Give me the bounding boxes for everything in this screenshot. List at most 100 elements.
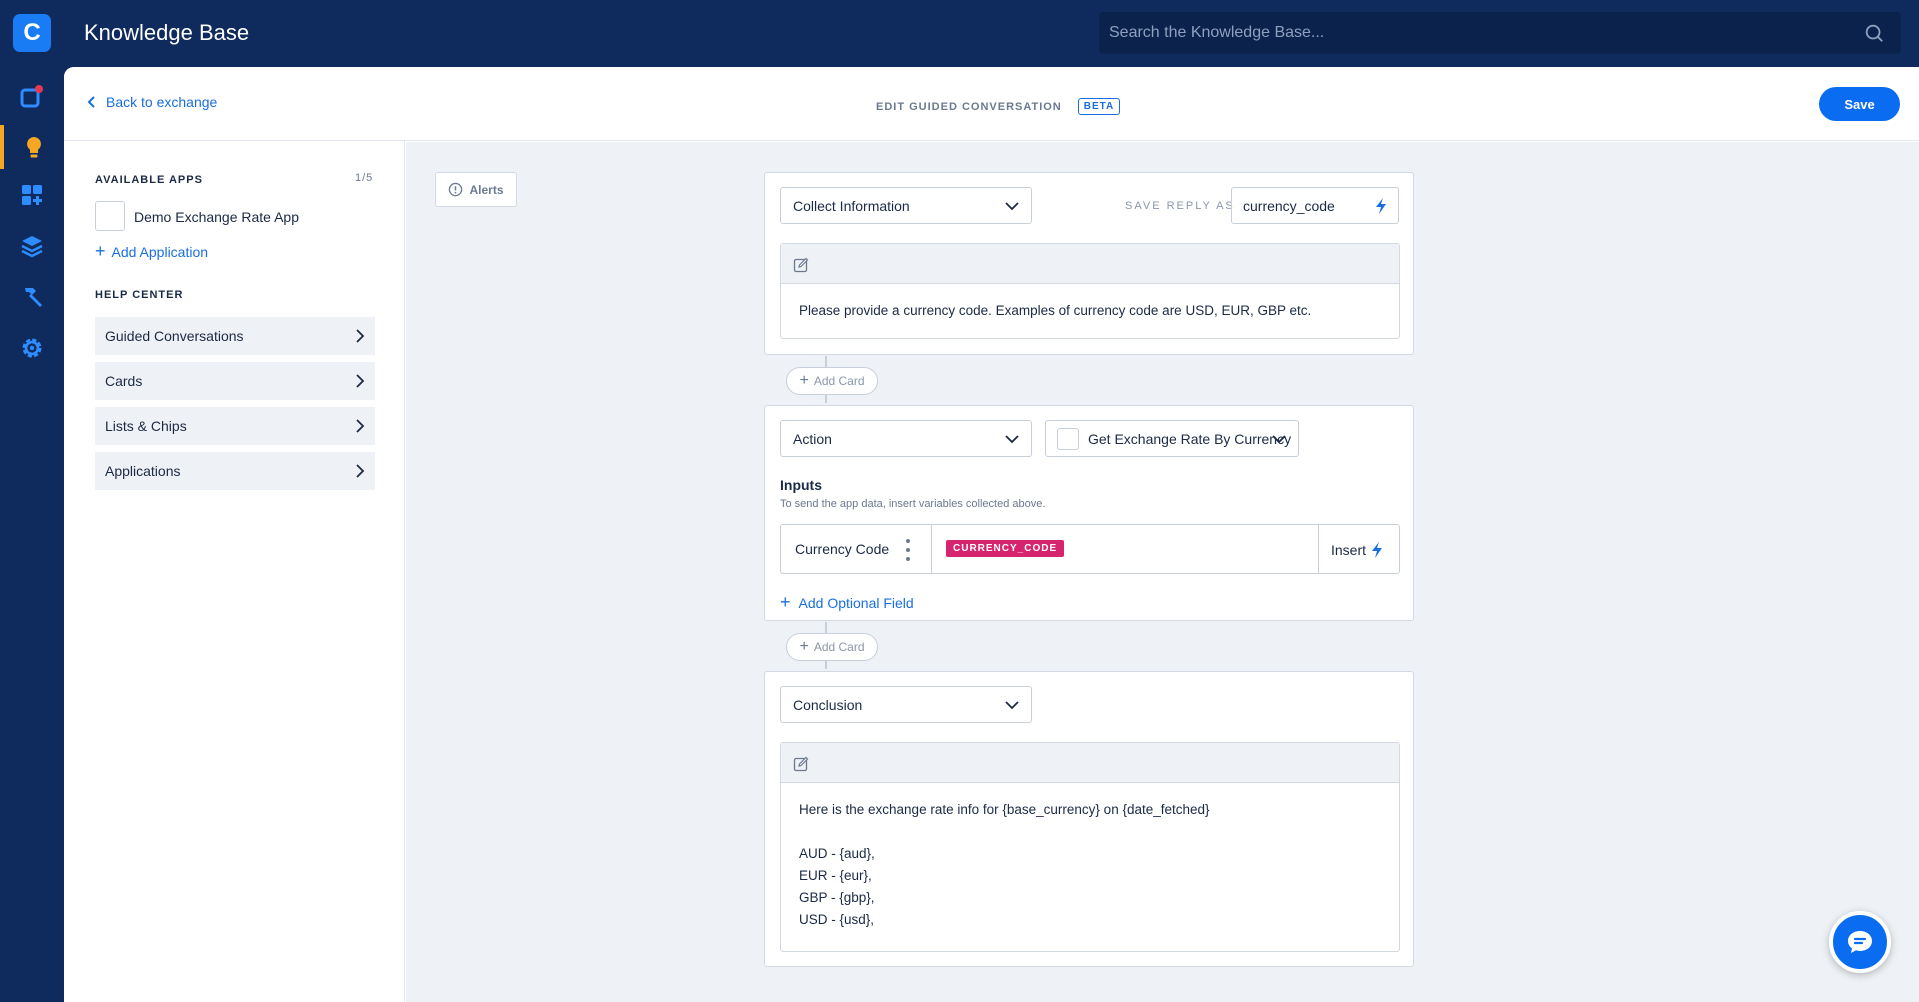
- alert-icon: [449, 182, 463, 197]
- back-link-label: Back to exchange: [106, 94, 218, 110]
- conclusion-card: Conclusion Here is the exchange rate inf…: [764, 671, 1414, 967]
- search-icon[interactable]: [1863, 22, 1885, 44]
- main-panel: Back to exchange EDIT GUIDED CONVERSATIO…: [64, 67, 1919, 1002]
- add-application-link[interactable]: + Add Application: [95, 241, 208, 262]
- alerts-button[interactable]: Alerts: [435, 172, 517, 207]
- add-card-button[interactable]: + Add Card: [786, 367, 878, 395]
- back-link[interactable]: Back to exchange: [86, 94, 217, 110]
- lightning-icon: [1372, 542, 1383, 558]
- chevron-down-icon: [1005, 435, 1019, 444]
- variable-chip[interactable]: CURRENCY_CODE: [946, 540, 1065, 557]
- editor-toolbar: [781, 244, 1399, 284]
- chevron-right-icon: [356, 464, 365, 478]
- editor-toolbar: [781, 743, 1399, 783]
- app-checkbox[interactable]: [95, 201, 125, 231]
- apps-icon: [20, 85, 43, 108]
- edit-icon[interactable]: [793, 257, 809, 273]
- card-type-value: Action: [793, 430, 832, 447]
- top-bar: C Knowledge Base: [0, 0, 1919, 67]
- chevron-right-icon: [356, 419, 365, 433]
- card-type-select[interactable]: Collect Information: [780, 187, 1032, 224]
- input-label: Currency Code: [795, 541, 890, 557]
- chevron-down-icon: [1005, 202, 1019, 211]
- save-reply-input[interactable]: currency_code: [1231, 187, 1399, 224]
- plus-icon: +: [799, 638, 809, 655]
- message-editor[interactable]: Here is the exchange rate info for {base…: [780, 742, 1400, 952]
- available-apps-count: 1/5: [355, 172, 374, 184]
- input-row: Currency Code CURRENCY_CODE Insert: [780, 524, 1400, 574]
- help-item-applications[interactable]: Applications: [95, 452, 375, 490]
- app-name: Demo Exchange Rate App: [134, 209, 299, 225]
- search-input[interactable]: [1109, 12, 1849, 54]
- available-apps-title: AVAILABLE APPS: [95, 174, 203, 186]
- nav-tools[interactable]: [0, 275, 64, 319]
- add-optional-field-label: Add Optional Field: [798, 594, 914, 611]
- card-type-select[interactable]: Conclusion: [780, 686, 1032, 723]
- lightbulb-icon: [27, 137, 41, 158]
- app-action-value: Get Exchange Rate By Currency: [1088, 430, 1292, 447]
- plus-icon: +: [780, 592, 791, 612]
- action-card: Action Get Exchange Rate By Currency Inp…: [764, 405, 1414, 621]
- save-button[interactable]: Save: [1819, 87, 1900, 121]
- left-nav: [0, 67, 64, 1002]
- chat-support-button[interactable]: [1829, 911, 1891, 973]
- app-action-select[interactable]: Get Exchange Rate By Currency: [1045, 420, 1299, 457]
- add-card-label: Add Card: [813, 640, 865, 654]
- help-item-label: Applications: [105, 463, 181, 479]
- help-item-lists-chips[interactable]: Lists & Chips: [95, 407, 375, 445]
- help-center-title: HELP CENTER: [95, 289, 184, 301]
- alerts-label: Alerts: [469, 182, 504, 197]
- insert-label: Insert: [1331, 542, 1367, 558]
- layers-icon: [21, 236, 43, 258]
- nav-knowledge-base[interactable]: [0, 125, 64, 169]
- save-reply-label: SAVE REPLY AS: [1125, 200, 1235, 212]
- nav-layers[interactable]: [0, 224, 64, 268]
- chevron-down-icon: [1272, 435, 1286, 444]
- help-item-guided-conversations[interactable]: Guided Conversations: [95, 317, 375, 355]
- chevron-down-icon: [1005, 701, 1019, 710]
- plus-icon: +: [95, 241, 106, 261]
- message-text: Please provide a currency code. Examples…: [799, 303, 1312, 318]
- chat-icon: [1848, 931, 1872, 953]
- app-logo[interactable]: C: [13, 14, 51, 52]
- add-card-button[interactable]: + Add Card: [786, 633, 878, 661]
- insert-button[interactable]: Insert: [1331, 541, 1384, 559]
- lightning-icon[interactable]: [1374, 197, 1388, 215]
- add-card-label: Add Card: [813, 374, 865, 388]
- plus-icon: +: [799, 372, 809, 389]
- search-bar: [1099, 12, 1901, 54]
- page-title: EDIT GUIDED CONVERSATION BETA: [876, 98, 1121, 115]
- help-item-cards[interactable]: Cards: [95, 362, 375, 400]
- page-header: Back to exchange EDIT GUIDED CONVERSATIO…: [64, 67, 1919, 141]
- nav-grid[interactable]: [0, 173, 64, 217]
- help-item-label: Cards: [105, 373, 143, 389]
- nav-settings[interactable]: [0, 326, 64, 370]
- help-item-label: Lists & Chips: [105, 418, 187, 434]
- card-type-select[interactable]: Action: [780, 420, 1032, 457]
- divider: [1318, 525, 1319, 573]
- page-title-text: EDIT GUIDED CONVERSATION: [876, 100, 1062, 113]
- card-type-value: Collect Information: [793, 197, 910, 214]
- app-action-checkbox: [1057, 428, 1079, 450]
- help-item-label: Guided Conversations: [105, 328, 244, 344]
- add-optional-field-link[interactable]: + Add Optional Field: [780, 592, 914, 613]
- inputs-subtitle: To send the app data, insert variables c…: [780, 498, 1046, 510]
- save-reply-value: currency_code: [1243, 197, 1335, 214]
- message-editor[interactable]: Please provide a currency code. Examples…: [780, 243, 1400, 339]
- chevron-right-icon: [356, 374, 365, 388]
- card-type-value: Conclusion: [793, 696, 863, 713]
- chevron-right-icon: [356, 329, 365, 343]
- more-options-icon[interactable]: [905, 539, 911, 561]
- collect-information-card: Collect Information SAVE REPLY AS curren…: [764, 172, 1414, 355]
- chevron-left-icon: [87, 96, 95, 108]
- hammer-icon: [25, 288, 42, 307]
- edit-icon[interactable]: [793, 756, 809, 772]
- message-text: Here is the exchange rate info for {base…: [799, 802, 1210, 927]
- gear-icon: [22, 338, 42, 358]
- beta-badge: BETA: [1077, 98, 1121, 115]
- conversation-canvas: Alerts Collect Information SAVE REPLY AS…: [406, 142, 1919, 1002]
- sidebar: AVAILABLE APPS 1/5 Demo Exchange Rate Ap…: [64, 141, 405, 1002]
- nav-apps[interactable]: [0, 74, 64, 118]
- app-title: Knowledge Base: [84, 20, 250, 45]
- inputs-title: Inputs: [780, 477, 822, 493]
